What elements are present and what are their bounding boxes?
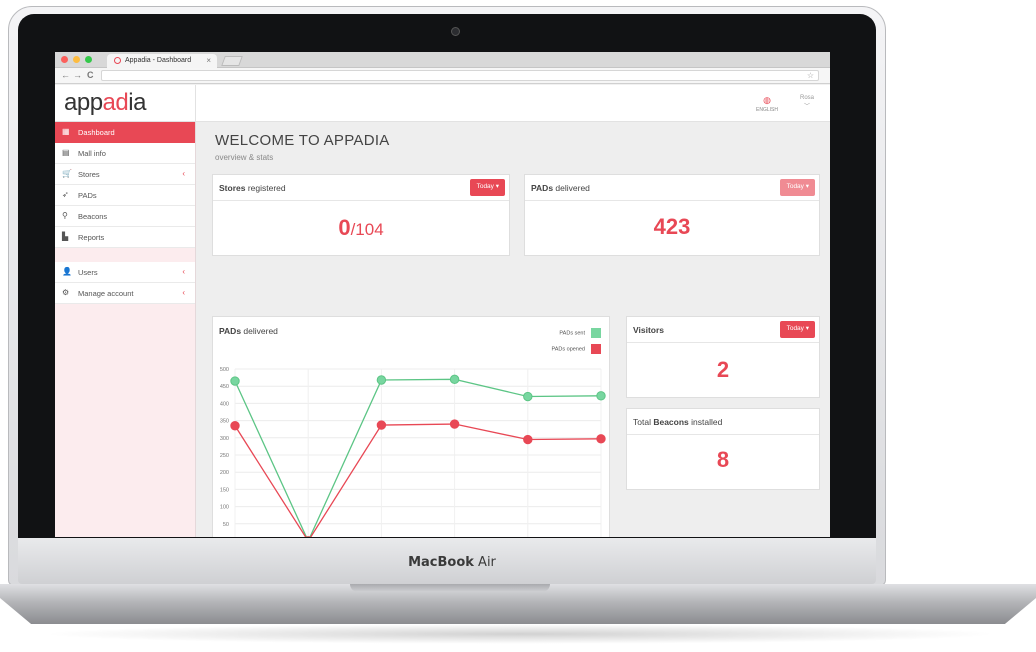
screen: Appadia - Dashboard × ← → C ☆ appadia ◍ … [55,52,830,537]
product-mockup: MacBook Air Appadia - Dashboard × ← → C … [0,0,1036,652]
sidebar-item-label: Reports [78,233,105,242]
sidebar-item-beacons[interactable]: ⚲ Beacons [55,206,195,227]
today-dropdown-button[interactable]: Today ▾ [779,321,815,338]
tab-title: Appadia - Dashboard [125,57,192,64]
data-point [523,434,533,445]
panel-header: Stores registered Today ▾ [213,175,509,201]
building-icon: ▤ [62,148,70,157]
grid-icon: ▦ [62,127,70,136]
y-tick-label: 500 [220,367,229,373]
page-subtitle: overview & stats [215,153,274,162]
y-tick-label: 350 [220,419,229,425]
data-point [449,374,460,385]
stores-count: 0/104 [338,215,384,240]
sidebar-item-label: Mall info [78,149,106,158]
device-brand-label: MacBook Air [408,555,496,570]
series-line [234,423,602,537]
data-point [230,376,240,386]
send-icon: ➶ [62,190,69,199]
cart-icon: 🛒 [62,169,72,178]
data-point [376,420,387,430]
browser-tab-strip: Appadia - Dashboard × [55,52,830,68]
sidebar-item-label: Beacons [78,212,108,221]
bookmark-star-icon[interactable]: ☆ [807,71,814,80]
favicon-icon [114,57,121,64]
file-icon: ▙ [62,232,69,241]
app-logo[interactable]: appadia [55,85,196,122]
panel-header: Visitors Today ▾ [627,317,819,343]
pads-panel: PADs delivered Today ▾ 423 [524,174,820,256]
y-tick-label: 300 [220,436,229,442]
beacons-panel: Total Beacons installed 8 [626,408,820,490]
data-point [596,434,606,444]
line-chart: 05010015020025030035040045050025 Nov26 N… [220,367,606,537]
beacons-count: 8 [716,447,730,472]
sidebar-item-label: PADs [78,191,97,200]
user-icon: 👤 [62,267,72,276]
y-tick-label: 100 [220,505,229,511]
data-point [230,421,240,431]
sidebar-item-label: Dashboard [78,128,115,137]
new-tab-button[interactable] [221,56,243,66]
y-tick-label: 450 [220,384,229,390]
language-selector[interactable]: ◍ ENGLISH [756,95,778,113]
chevron-left-icon: ‹ [182,288,185,297]
app-topbar: ◍ ENGLISH Rosa ﹀ [196,85,830,122]
sidebar-item-manage-account[interactable]: ⚙ Manage account ‹ [55,283,195,304]
browser-toolbar: ← → C ☆ [55,68,830,84]
sidebar: ▦ Dashboard ▤ Mall info 🛒 Stores ‹ ➶ PAD… [55,122,196,537]
camera-icon [451,27,460,36]
sidebar-item-dashboard[interactable]: ▦ Dashboard [55,122,195,143]
user-menu[interactable]: Rosa ﹀ [800,95,814,110]
sidebar-item-users[interactable]: 👤 Users ‹ [55,262,195,283]
tab-close-icon[interactable]: × [206,56,211,65]
pads-chart-panel: PADs delivered PADs sent PADs opened 050… [212,316,610,537]
app-root: appadia ◍ ENGLISH Rosa ﹀ ▦ Dashboard ▤ M… [55,85,830,537]
y-tick-label: 150 [220,487,229,493]
minimize-window-icon[interactable] [73,56,80,63]
address-bar[interactable]: ☆ [101,70,819,81]
reload-icon[interactable]: C [87,70,94,80]
laptop-notch [350,584,550,592]
visitors-count: 2 [716,357,730,382]
back-icon[interactable]: ← [61,70,70,80]
sidebar-item-stores[interactable]: 🛒 Stores ‹ [55,164,195,185]
data-point [596,391,606,401]
forward-icon[interactable]: → [73,70,82,80]
browser-tab[interactable]: Appadia - Dashboard × [107,54,217,68]
sidebar-item-label: Users [78,268,98,277]
data-point [523,391,533,402]
language-label: ENGLISH [756,107,778,113]
sidebar-item-label: Stores [78,170,100,179]
y-tick-label: 400 [220,401,229,407]
chevron-left-icon: ‹ [182,267,185,276]
close-window-icon[interactable] [61,56,68,63]
chevron-down-icon: ﹀ [803,104,810,110]
stores-panel: Stores registered Today ▾ 0/104 [212,174,510,256]
y-tick-label: 250 [220,453,229,459]
globe-icon: ◍ [763,95,771,105]
panel-header: Total Beacons installed [627,409,819,435]
data-point [449,419,460,429]
pads-count: 423 [653,214,691,239]
today-dropdown-button[interactable]: Today ▾ [779,179,815,196]
sidebar-item-reports[interactable]: ▙ Reports [55,227,195,248]
laptop-shadow [40,624,1000,644]
y-tick-label: 200 [220,470,229,476]
y-tick-label: 50 [223,522,229,528]
page-title: WELCOME TO APPADIA [215,132,390,149]
maximize-window-icon[interactable] [85,56,92,63]
sidebar-divider [55,248,195,262]
map-pin-icon: ⚲ [62,211,68,220]
data-point [376,375,387,385]
panel-header: PADs delivered Today ▾ [525,175,819,201]
visitors-panel: Visitors Today ▾ 2 [626,316,820,398]
sidebar-item-mall-info[interactable]: ▤ Mall info [55,143,195,164]
today-dropdown-button[interactable]: Today ▾ [469,179,505,196]
cogs-icon: ⚙ [62,288,70,297]
main-content: WELCOME TO APPADIA overview & stats Stor… [196,122,830,537]
sidebar-item-pads[interactable]: ➶ PADs [55,185,195,206]
sidebar-item-label: Manage account [78,289,134,298]
chevron-left-icon: ‹ [182,169,185,178]
